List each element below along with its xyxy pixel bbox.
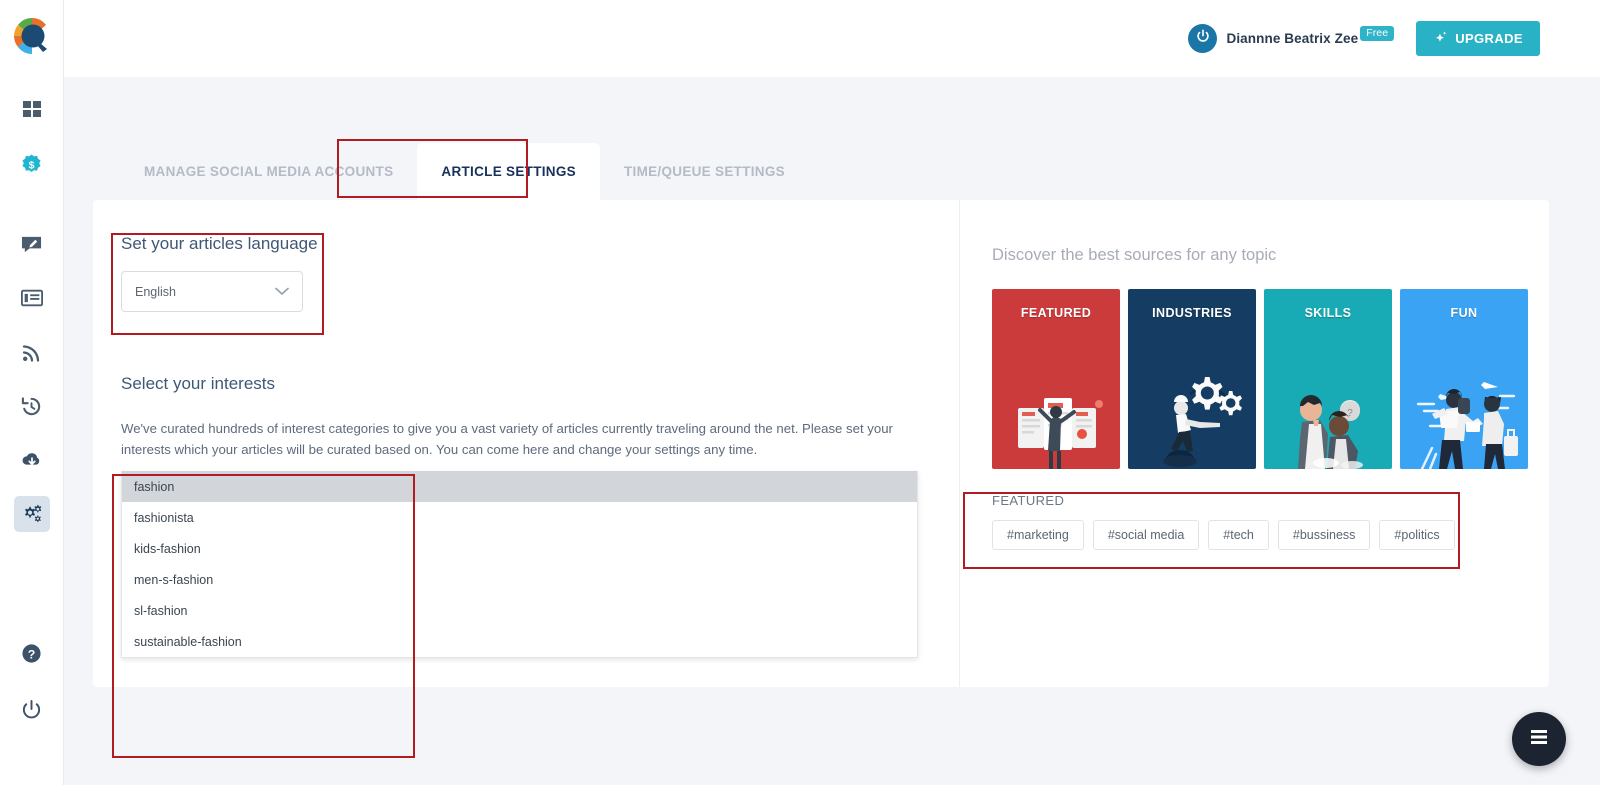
topic-card-industries-label: INDUSTRIES <box>1128 306 1256 320</box>
list-item[interactable]: fashion <box>122 471 917 502</box>
grid-icon <box>22 100 42 120</box>
tab-time-queue-settings[interactable]: TIME/QUEUE SETTINGS <box>600 143 809 200</box>
sidebar-item-logout[interactable] <box>14 691 50 727</box>
interests-section-title: Select your interests <box>121 374 959 394</box>
history-clock-icon <box>21 396 42 417</box>
sidebar-item-feeds[interactable] <box>14 334 50 370</box>
topic-card-featured[interactable]: FEATURED <box>992 289 1120 469</box>
tab-manage-social-media-accounts[interactable]: MANAGE SOCIAL MEDIA ACCOUNTS <box>120 143 417 200</box>
floating-menu-button[interactable] <box>1512 712 1566 766</box>
user-name: Diannne Beatrix ZeeFree <box>1226 31 1394 46</box>
sidebar-item-help[interactable]: ? <box>14 635 50 671</box>
topic-card-fun[interactable]: FUN <box>1400 289 1528 469</box>
sidebar-item-downloads[interactable] <box>14 442 50 478</box>
sidebar-item-settings[interactable] <box>14 496 50 532</box>
upgrade-button[interactable]: UPGRADE <box>1416 21 1540 56</box>
tag-marketing[interactable]: #marketing <box>992 520 1084 550</box>
list-item[interactable]: fashionista <box>122 502 917 533</box>
tag-politics[interactable]: #politics <box>1379 520 1454 550</box>
list-item[interactable]: kids-fashion <box>122 533 917 564</box>
top-header: Diannne Beatrix ZeeFree UPGRADE <box>64 0 1600 77</box>
interests-suggestion-list: fashion fashionista kids-fashion men-s-f… <box>121 471 918 658</box>
topic-card-industries[interactable]: INDUSTRIES <box>1128 289 1256 469</box>
cloud-download-icon <box>21 451 43 469</box>
chef-team-art-icon: ? <box>1264 364 1392 469</box>
avatar[interactable] <box>1188 24 1217 53</box>
question-circle-icon: ? <box>21 643 42 664</box>
travelers-art-icon <box>1400 364 1528 469</box>
sparkle-star-icon <box>1433 30 1448 48</box>
brand-circle-logo-icon[interactable] <box>10 14 54 58</box>
featured-tags-list: #marketing #social media #tech #bussines… <box>992 520 1490 550</box>
tab-article-settings[interactable]: ARTICLE SETTINGS <box>417 143 600 200</box>
topic-card-featured-label: FEATURED <box>992 306 1120 320</box>
featured-section-label: FEATURED <box>992 493 1490 508</box>
svg-text:?: ? <box>28 647 36 661</box>
article-settings-pane: Set your articles language English Selec… <box>93 200 959 687</box>
language-section-title: Set your articles language <box>121 234 959 254</box>
tag-bussiness[interactable]: #bussiness <box>1278 520 1371 550</box>
svg-text:?: ? <box>1347 408 1353 419</box>
topic-card-fun-label: FUN <box>1400 306 1528 320</box>
list-item[interactable]: sl-fashion <box>122 595 917 626</box>
sidebar-item-history[interactable] <box>14 388 50 424</box>
hamburger-menu-icon <box>1528 728 1550 751</box>
rss-icon <box>22 342 42 362</box>
settings-tabs: MANAGE SOCIAL MEDIA ACCOUNTS ARTICLE SET… <box>64 77 1600 200</box>
user-name-text: Diannne Beatrix Zee <box>1226 31 1358 46</box>
badge-dollar-icon: $ <box>21 154 42 175</box>
user-block[interactable]: Diannne Beatrix ZeeFree <box>1188 24 1394 53</box>
list-item[interactable]: sustainable-fashion <box>122 626 917 657</box>
gears-worker-art-icon <box>1128 364 1256 469</box>
plan-badge: Free <box>1360 26 1394 41</box>
interests-description: We've curated hundreds of interest categ… <box>121 418 901 460</box>
language-select-value: English <box>135 285 176 299</box>
sidebar-item-rewards[interactable]: $ <box>14 146 50 182</box>
sidebar-nav-secondary <box>0 226 63 532</box>
discover-pane: Discover the best sources for any topic … <box>959 200 1549 687</box>
list-item[interactable]: men-s-fashion <box>122 564 917 595</box>
tag-tech[interactable]: #tech <box>1208 520 1269 550</box>
compose-message-icon <box>21 234 42 255</box>
gears-icon <box>21 504 43 524</box>
topic-card-skills-label: SKILLS <box>1264 306 1392 320</box>
sidebar-nav-bottom: ? <box>0 635 63 727</box>
sidebar-item-dashboard[interactable] <box>14 92 50 128</box>
chevron-down-icon <box>275 285 289 299</box>
sidebar-item-queue[interactable] <box>14 280 50 316</box>
settings-card: Set your articles language English Selec… <box>93 200 1549 687</box>
svg-text:$: $ <box>29 159 35 171</box>
topic-cards-row: FEATURED <box>992 289 1549 469</box>
sidebar-nav-primary: $ <box>0 92 63 182</box>
upgrade-button-label: UPGRADE <box>1455 31 1523 46</box>
kanban-board-art-icon <box>992 364 1120 469</box>
power-avatar-icon <box>1194 27 1212 50</box>
language-select[interactable]: English <box>121 271 303 312</box>
topic-card-skills[interactable]: SKILLS ? <box>1264 289 1392 469</box>
sidebar: $ <box>0 0 64 785</box>
sidebar-item-compose[interactable] <box>14 226 50 262</box>
list-card-icon <box>21 289 43 307</box>
featured-tags-section: FEATURED #marketing #social media #tech … <box>992 493 1490 550</box>
tag-social-media[interactable]: #social media <box>1093 520 1199 550</box>
discover-title: Discover the best sources for any topic <box>992 246 1549 265</box>
power-icon <box>21 699 42 720</box>
